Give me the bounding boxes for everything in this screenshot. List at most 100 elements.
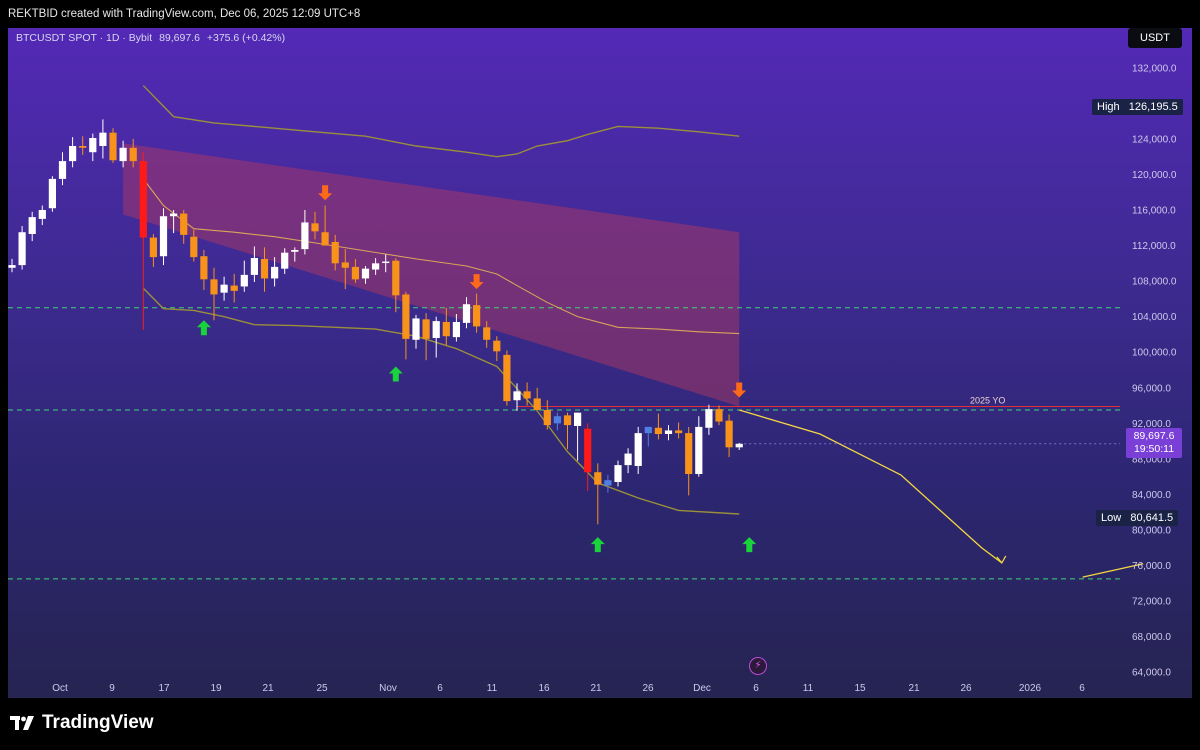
candle-body bbox=[18, 232, 26, 266]
buy-arrow-icon bbox=[742, 537, 757, 553]
x-tick-label: 16 bbox=[538, 683, 550, 694]
x-tick-label: 6 bbox=[437, 683, 443, 694]
candle-body bbox=[382, 261, 390, 264]
price-change: +375.6 (+0.42%) bbox=[206, 32, 286, 44]
brand-name: TradingView bbox=[42, 712, 154, 733]
y-tick-label: 116,000.0 bbox=[1132, 206, 1176, 217]
candle-body bbox=[281, 252, 289, 269]
x-tick-label: 25 bbox=[316, 683, 328, 694]
candle-body bbox=[675, 430, 683, 434]
candle-body bbox=[442, 322, 450, 337]
candle-body bbox=[301, 222, 309, 250]
candle-body bbox=[250, 258, 258, 275]
buy-arrow-icon bbox=[388, 366, 403, 382]
candle-body bbox=[523, 391, 531, 399]
y-tick-label: 112,000.0 bbox=[1132, 241, 1176, 252]
candle-body bbox=[493, 340, 501, 352]
candle-body bbox=[462, 304, 471, 323]
symbol-label: BTCUSDT SPOT · 1D · Bybit bbox=[16, 32, 153, 44]
candle-body bbox=[574, 412, 582, 426]
candle-body bbox=[180, 213, 188, 235]
candle-body bbox=[190, 236, 198, 258]
candle-body bbox=[553, 416, 561, 424]
y-tick-label: 108,000.0 bbox=[1132, 277, 1177, 288]
candle-body bbox=[331, 242, 339, 264]
candle-body bbox=[533, 398, 541, 410]
top-bar: REKTBID created with TradingView.com, De… bbox=[0, 0, 1200, 28]
candle-body bbox=[654, 427, 662, 434]
upper-band-line bbox=[142, 85, 740, 158]
candle-body bbox=[361, 268, 370, 279]
candle-body bbox=[594, 472, 602, 485]
candle-body bbox=[543, 410, 551, 426]
x-tick-label: 19 bbox=[210, 683, 222, 694]
x-tick-label: 6 bbox=[1079, 683, 1085, 694]
resistance-zone bbox=[123, 143, 740, 407]
x-tick-label: 21 bbox=[590, 683, 602, 694]
candle-body bbox=[129, 147, 137, 162]
candle-body bbox=[624, 453, 632, 466]
candle-body bbox=[402, 294, 410, 339]
candle-body bbox=[139, 161, 147, 238]
candle-body bbox=[735, 443, 743, 448]
candle-body bbox=[271, 266, 279, 279]
current-price-tag: 89,697.6 19:50:11 bbox=[1126, 428, 1182, 458]
currency-button[interactable]: USDT bbox=[1128, 28, 1182, 48]
candle-body bbox=[8, 265, 16, 268]
candle-body bbox=[705, 409, 713, 428]
candle-body bbox=[230, 285, 238, 291]
y-tick-label: 68,000.0 bbox=[1132, 632, 1171, 643]
high-label: High bbox=[1097, 101, 1120, 113]
candle-body bbox=[89, 138, 97, 153]
candle-body bbox=[149, 237, 157, 258]
price-chart[interactable]: 2025 YO132,000.0128,000.0124,000.0120,00… bbox=[8, 28, 1192, 698]
candle-body bbox=[584, 428, 592, 473]
symbol-legend: BTCUSDT SPOT · 1D · Bybit 89,697.6 +375.… bbox=[16, 32, 289, 44]
y-tick-label: 96,000.0 bbox=[1132, 383, 1171, 394]
x-tick-label: 17 bbox=[158, 683, 170, 694]
high-marker: High 126,195.5 bbox=[1092, 99, 1183, 115]
x-tick-label: 26 bbox=[960, 683, 972, 694]
candle-body bbox=[109, 132, 117, 161]
candle-body bbox=[513, 391, 521, 401]
x-tick-label: 2026 bbox=[1019, 683, 1042, 694]
x-tick-label: 26 bbox=[642, 683, 654, 694]
high-value: 126,195.5 bbox=[1128, 101, 1178, 113]
y-tick-label: 104,000.0 bbox=[1132, 312, 1177, 323]
candle-body bbox=[452, 322, 460, 338]
candle-body bbox=[99, 132, 107, 146]
tradingview-logo[interactable]: TradingView bbox=[10, 712, 154, 734]
candle-body bbox=[240, 274, 248, 287]
low-marker: Low 80,641.5 bbox=[1096, 510, 1179, 526]
chart-panel[interactable]: 2025 YO132,000.0128,000.0124,000.0120,00… bbox=[8, 28, 1192, 698]
projection-curve bbox=[739, 409, 1003, 564]
y-tick-label: 80,000.0 bbox=[1132, 526, 1171, 537]
last-price: 89,697.6 bbox=[159, 32, 200, 44]
y-tick-label: 132,000.0 bbox=[1132, 63, 1177, 74]
candle-body bbox=[503, 354, 511, 402]
candle-body bbox=[210, 279, 218, 295]
candle-body bbox=[473, 305, 481, 327]
candle-body bbox=[260, 258, 269, 279]
countdown-timer: 19:50:11 bbox=[1133, 443, 1175, 455]
x-tick-label: 11 bbox=[803, 683, 814, 694]
candle-body bbox=[311, 223, 319, 232]
credit-text: REKTBID created with TradingView.com, De… bbox=[8, 8, 361, 20]
tradingview-logo-icon bbox=[10, 716, 34, 730]
candle-body bbox=[58, 161, 67, 179]
y-tick-label: 76,000.0 bbox=[1132, 561, 1171, 572]
candle-body bbox=[563, 415, 572, 426]
x-tick-label: Nov bbox=[379, 683, 397, 694]
y-tick-label: 72,000.0 bbox=[1132, 597, 1171, 608]
y-tick-label: 64,000.0 bbox=[1132, 668, 1171, 679]
candle-body bbox=[159, 216, 168, 257]
candle-body bbox=[634, 433, 642, 466]
low-label: Low bbox=[1101, 512, 1122, 524]
x-tick-label: 15 bbox=[854, 683, 866, 694]
yearly-open-label: 2025 YO bbox=[970, 395, 1005, 405]
candle-body bbox=[38, 210, 46, 219]
lightning-icon[interactable]: ⚡ bbox=[749, 657, 767, 675]
buy-arrow-icon bbox=[590, 537, 605, 553]
candle-body bbox=[28, 217, 36, 234]
candle-body bbox=[614, 465, 622, 482]
